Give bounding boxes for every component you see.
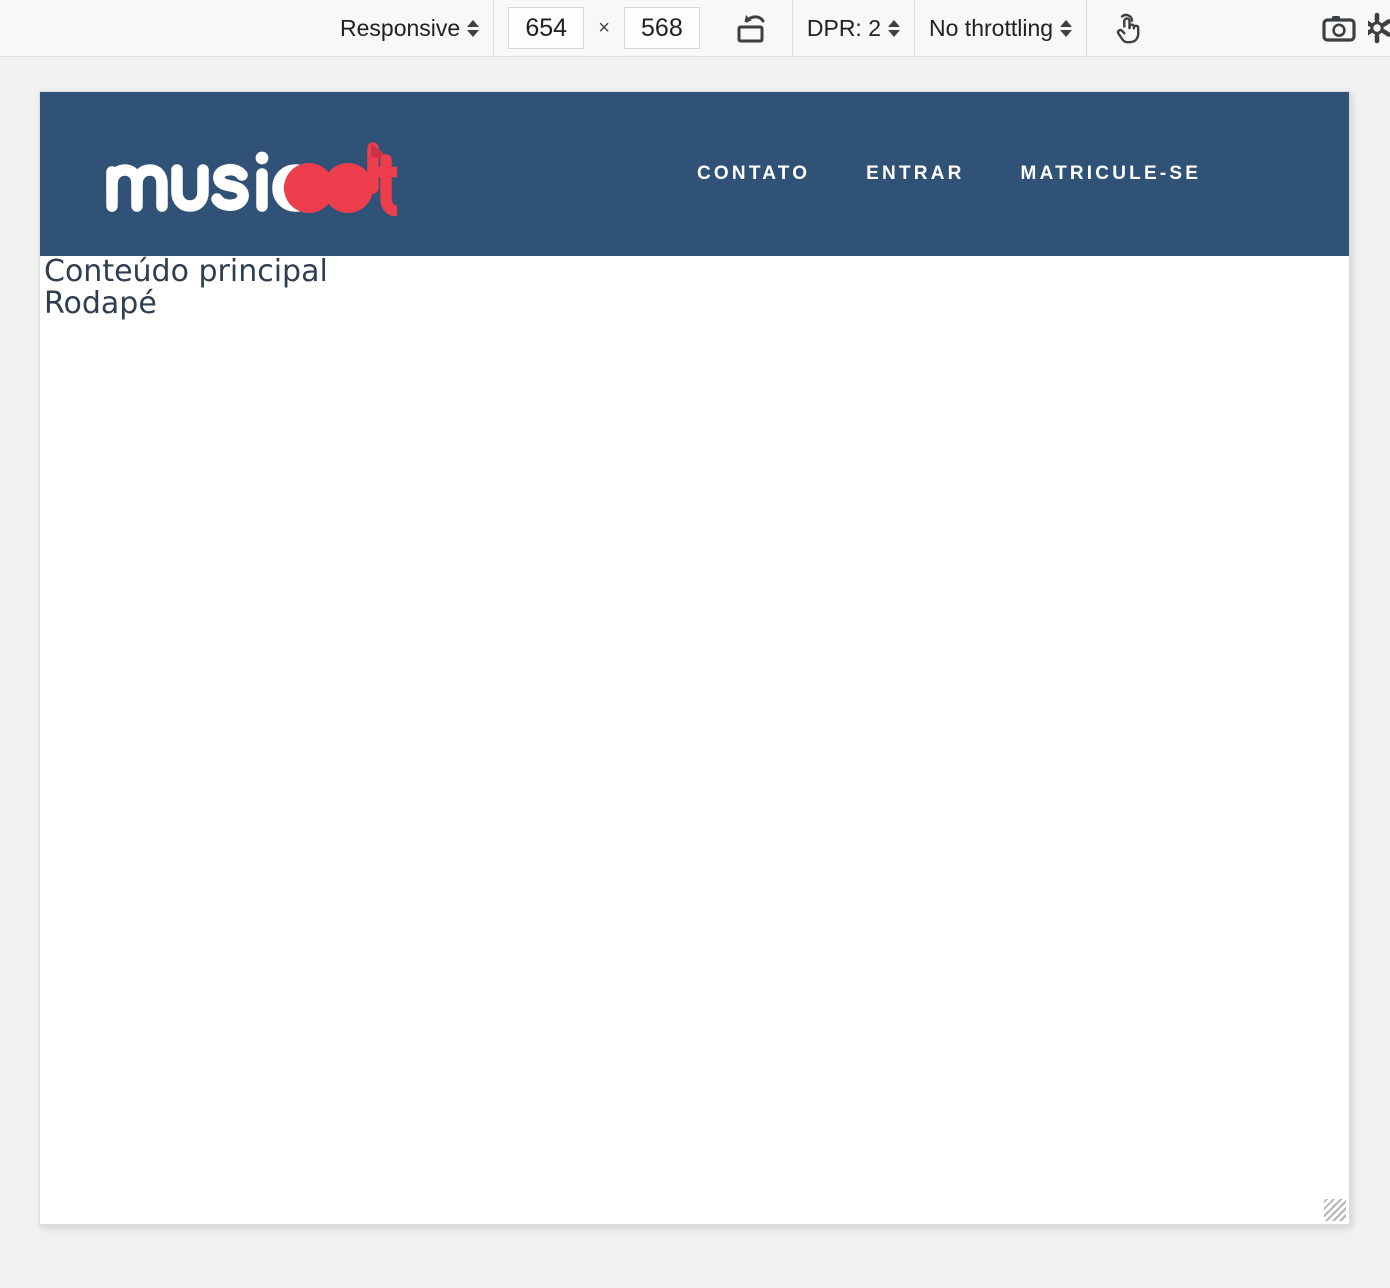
throttling-group[interactable]: No throttling: [915, 0, 1086, 57]
touch-pointer-icon[interactable]: [1105, 5, 1151, 51]
screenshot-group[interactable]: [1302, 0, 1368, 57]
footer-text: Rodapé: [44, 286, 157, 322]
device-preset-group[interactable]: Responsive: [0, 0, 493, 57]
more-options-icon[interactable]: [1368, 5, 1390, 51]
viewport-resize-grip[interactable]: [1324, 1199, 1346, 1221]
device-preset-select[interactable]: Responsive: [340, 14, 480, 42]
touch-cursor-group[interactable]: [1087, 0, 1165, 57]
site-body: Conteúdo principal Rodapé: [40, 254, 1349, 322]
brand-logo[interactable]: [105, 128, 403, 221]
dimension-separator: ×: [598, 16, 610, 39]
throttling-label: No throttling: [929, 14, 1054, 41]
dpr-group[interactable]: DPR: 2: [793, 0, 914, 57]
rotate-group[interactable]: [714, 0, 792, 57]
device-viewport-pane: CONTATO ENTRAR MATRICULE-SE Conteúdo pri…: [0, 57, 1390, 1288]
site-header: CONTATO ENTRAR MATRICULE-SE: [40, 92, 1349, 256]
main-content-text: Conteúdo principal: [44, 254, 328, 289]
chevron-updown-icon: [888, 19, 901, 37]
rotate-device-icon[interactable]: [728, 5, 774, 51]
nav-link-contato[interactable]: CONTATO: [697, 163, 810, 185]
device-toolbar: Responsive 654 × 568 DPR: 2 No throttlin…: [0, 0, 1390, 57]
viewport-height-input[interactable]: 568: [623, 7, 700, 49]
dpr-select[interactable]: DPR: 2: [806, 14, 901, 42]
viewport-width-input[interactable]: 654: [508, 7, 585, 49]
site-nav: CONTATO ENTRAR MATRICULE-SE: [697, 163, 1201, 185]
dpr-label: DPR: 2: [806, 14, 882, 41]
dimensions-group[interactable]: 654 × 568: [494, 0, 714, 57]
device-viewport-frame: CONTATO ENTRAR MATRICULE-SE Conteúdo pri…: [39, 91, 1350, 1225]
nav-link-entrar[interactable]: ENTRAR: [866, 163, 964, 185]
camera-icon[interactable]: [1316, 5, 1362, 51]
chevron-updown-icon: [467, 19, 480, 37]
chevron-updown-icon: [1060, 19, 1073, 37]
throttling-select[interactable]: No throttling: [929, 14, 1073, 42]
device-preset-label: Responsive: [340, 14, 461, 41]
nav-link-matricule-se[interactable]: MATRICULE-SE: [1021, 163, 1202, 185]
more-options-group[interactable]: [1368, 0, 1390, 57]
logo-i-dot: [255, 151, 269, 164]
